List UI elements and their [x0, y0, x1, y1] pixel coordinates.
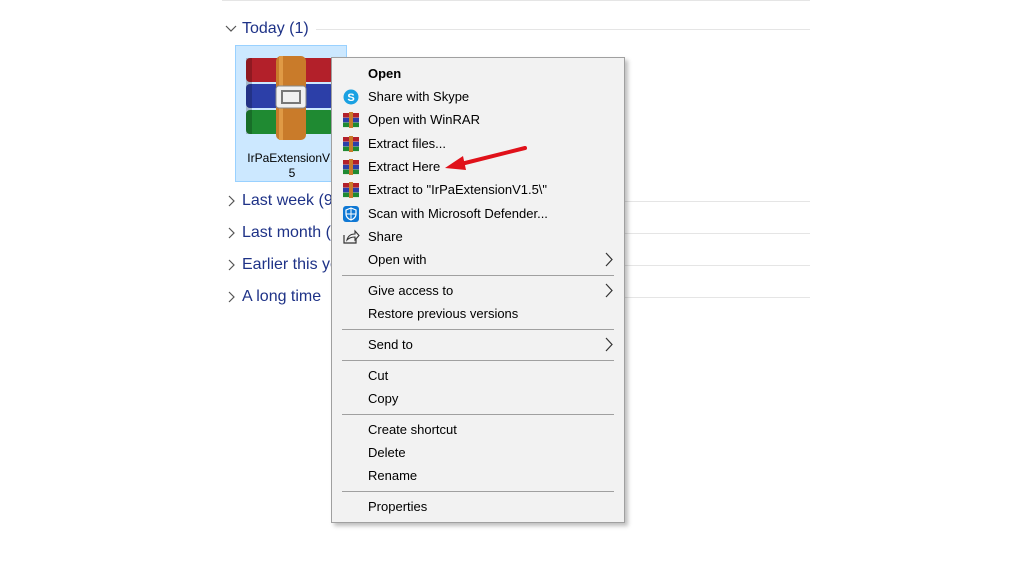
group-rule [624, 201, 810, 202]
menu-separator [342, 329, 614, 330]
menu-item-open[interactable]: Open [334, 62, 622, 85]
group-a-long-time-ago[interactable]: A long time [224, 285, 810, 309]
chevron-right-icon [605, 283, 613, 298]
share-icon [343, 229, 360, 244]
menu-item-label: Extract to "IrPaExtensionV1.5\" [368, 182, 548, 197]
menu-separator [342, 360, 614, 361]
chevron-right-icon [605, 337, 613, 352]
winrar-icon [343, 159, 359, 175]
menu-item-label: Delete [368, 445, 406, 460]
menu-separator [342, 414, 614, 415]
menu-item-label: Open [368, 66, 402, 81]
menu-item-label: Share [368, 229, 403, 244]
menu-item-copy[interactable]: Copy [334, 387, 622, 410]
menu-item-extract-to[interactable]: Extract to "IrPaExtensionV1.5\" [334, 178, 622, 201]
top-divider [222, 0, 810, 1]
group-last-week[interactable]: Last week (9 [224, 189, 810, 213]
menu-item-label: Rename [368, 468, 418, 483]
skype-icon: S [343, 89, 359, 105]
menu-item-label: Scan with Microsoft Defender... [368, 206, 548, 221]
winrar-icon [343, 136, 359, 152]
menu-item-label: Extract Here [368, 159, 441, 174]
menu-item-label: Give access to [368, 283, 454, 298]
menu-item-label: Properties [368, 499, 428, 514]
menu-item-label: Copy [368, 391, 399, 406]
menu-item-share-with-skype[interactable]: S Share with Skype [334, 85, 622, 108]
group-rule [624, 233, 810, 234]
menu-item-label: Send to [368, 337, 413, 352]
menu-item-delete[interactable]: Delete [334, 441, 622, 464]
menu-separator [342, 491, 614, 492]
chevron-right-icon [605, 252, 613, 267]
menu-item-label: Create shortcut [368, 422, 457, 437]
menu-item-properties[interactable]: Properties [334, 495, 622, 518]
menu-item-send-to[interactable]: Send to [334, 333, 622, 356]
menu-item-restore-previous-versions[interactable]: Restore previous versions [334, 302, 622, 325]
winrar-icon [343, 112, 359, 128]
menu-item-label: Restore previous versions [368, 306, 519, 321]
menu-item-open-with[interactable]: Open with [334, 248, 622, 271]
chevron-right-icon [228, 291, 235, 303]
menu-item-label: Share with Skype [368, 89, 470, 104]
chevron-down-icon [225, 25, 237, 32]
group-earlier-this-year[interactable]: Earlier this ye [224, 253, 810, 277]
group-rule [624, 265, 810, 266]
menu-item-label: Cut [368, 368, 389, 383]
menu-item-rename[interactable]: Rename [334, 464, 622, 487]
menu-item-label: Open with [368, 252, 427, 267]
group-label: Last month ( [242, 224, 331, 241]
group-rule [624, 297, 810, 298]
chevron-right-icon [228, 259, 235, 271]
winrar-icon [343, 182, 359, 198]
menu-item-give-access-to[interactable]: Give access to [334, 279, 622, 302]
defender-icon [343, 206, 359, 222]
chevron-right-icon [228, 227, 235, 239]
menu-item-open-with-winrar[interactable]: Open with WinRAR [334, 108, 622, 131]
group-label: A long time [242, 288, 322, 305]
group-label: Last week (9 [242, 192, 333, 209]
menu-item-create-shortcut[interactable]: Create shortcut [334, 418, 622, 441]
svg-text:S: S [347, 92, 354, 104]
menu-item-cut[interactable]: Cut [334, 364, 622, 387]
menu-item-scan-with-defender[interactable]: Scan with Microsoft Defender... [334, 202, 622, 225]
menu-item-label: Open with WinRAR [368, 112, 480, 127]
group-label: Today (1) [242, 20, 309, 37]
winrar-archive-icon [246, 56, 334, 140]
menu-separator [342, 275, 614, 276]
file-name: IrPaExtensionV1 5 [247, 151, 337, 180]
annotation-arrow-icon [445, 146, 527, 170]
group-today[interactable]: Today (1) [224, 17, 810, 41]
group-last-month[interactable]: Last month ( [224, 221, 810, 245]
chevron-right-icon [228, 195, 235, 207]
group-label: Earlier this ye [242, 256, 339, 273]
group-rule [316, 29, 810, 30]
menu-item-share[interactable]: Share [334, 225, 622, 248]
menu-item-label: Extract files... [368, 136, 447, 151]
context-menu: Open S Share with Skype Open with WinRAR… [331, 57, 625, 523]
